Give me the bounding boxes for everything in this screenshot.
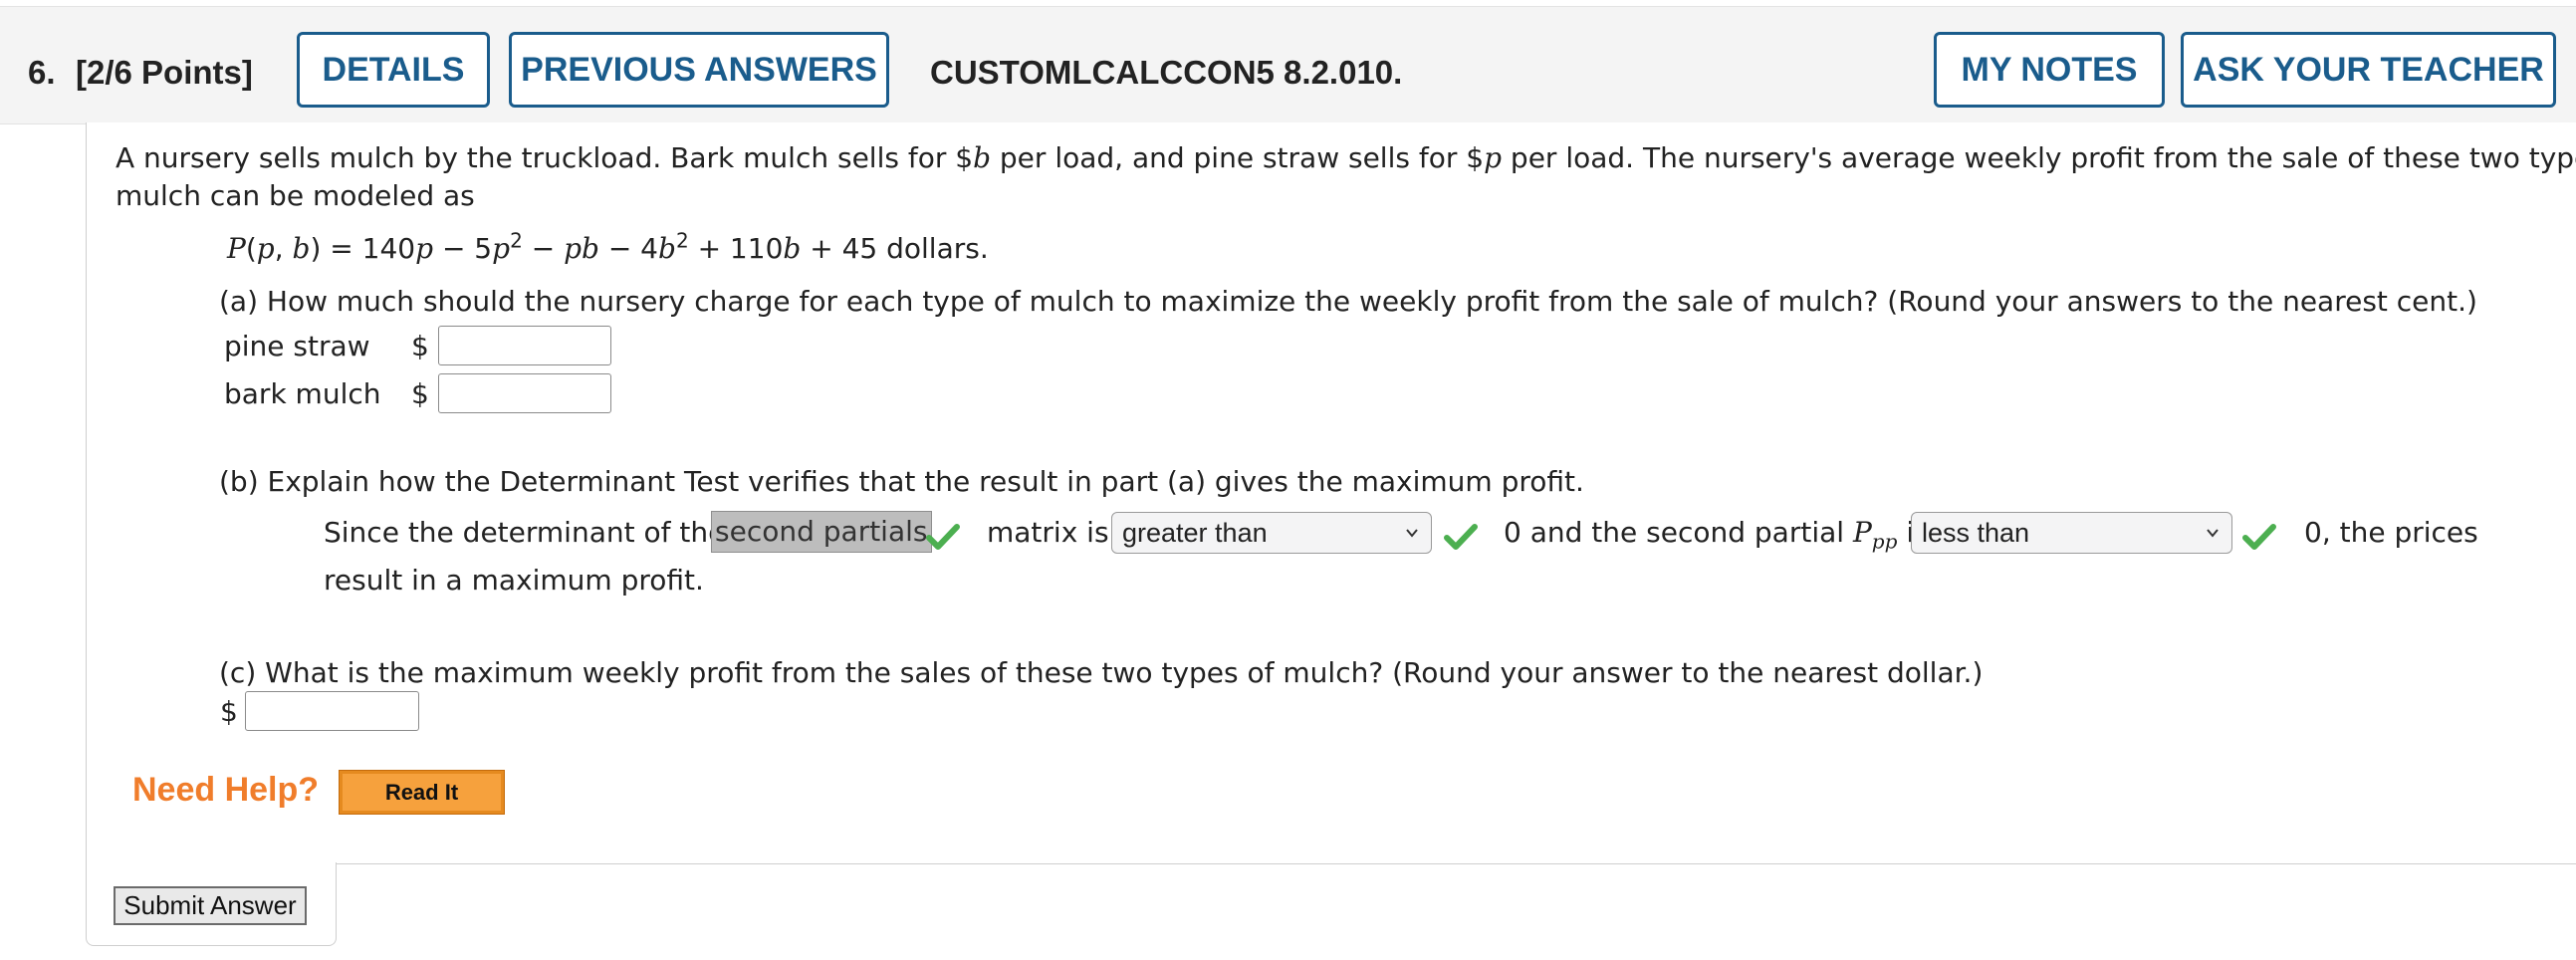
problem-code: CUSTOMLCALCCON5 8.2.010. — [930, 54, 1403, 91]
part-b-text-since: Since the determinant of the — [324, 516, 726, 549]
part-b-text-matrix-is: matrix is — [987, 516, 1109, 549]
part-b-text-zero-and: 0 and the second partial Ppp is — [1504, 516, 1929, 554]
determinant-comparison-select[interactable]: greater than — [1111, 512, 1432, 554]
chevron-down-icon — [1406, 529, 1418, 538]
second-partials-answer: second partials — [711, 511, 932, 553]
points-score: [2/6 Points] — [76, 54, 253, 91]
second-partial-comparison-select[interactable]: less than — [1911, 512, 2232, 554]
determinant-comparison-value: greater than — [1122, 518, 1268, 548]
part-c-question: (c) What is the maximum weekly profit fr… — [219, 656, 1984, 689]
pine-straw-currency: $ — [411, 330, 429, 362]
my-notes-button[interactable]: MY NOTES — [1934, 32, 2165, 108]
problem-intro-line-2: mulch can be modeled as — [116, 179, 475, 212]
pine-straw-label: pine straw — [224, 330, 370, 362]
part-b-text-zero-prices: 0, the prices — [2304, 516, 2478, 549]
correct-check-icon — [1444, 524, 1478, 550]
submit-answer-button[interactable]: Submit Answer — [114, 886, 307, 925]
my-notes-label: MY NOTES — [1961, 50, 2138, 89]
second-partial-comparison-value: less than — [1922, 518, 2030, 548]
details-button-label: DETAILS — [322, 50, 465, 89]
previous-answers-button[interactable]: PREVIOUS ANSWERS — [509, 32, 889, 108]
question-header: 6. [2/6 Points] DETAILS PREVIOUS ANSWERS… — [0, 6, 2576, 124]
read-it-button[interactable]: Read It — [339, 770, 505, 815]
read-it-label: Read It — [384, 779, 459, 805]
part-c-currency: $ — [220, 695, 238, 728]
ask-your-teacher-button[interactable]: ASK YOUR TEACHER — [2181, 32, 2556, 108]
need-help-label: Need Help? — [132, 771, 320, 809]
pine-straw-input[interactable] — [438, 326, 611, 365]
ask-your-teacher-label: ASK YOUR TEACHER — [2193, 50, 2544, 89]
part-b-question: (b) Explain how the Determinant Test ver… — [219, 465, 1584, 498]
part-b-text-result: result in a maximum profit. — [324, 564, 704, 597]
part-a-question: (a) How much should the nursery charge f… — [219, 285, 2477, 318]
correct-check-icon — [2242, 524, 2276, 550]
chevron-down-icon — [2207, 529, 2219, 538]
details-button[interactable]: DETAILS — [297, 32, 490, 108]
previous-answers-label: PREVIOUS ANSWERS — [521, 50, 877, 89]
bark-mulch-label: bark mulch — [224, 377, 381, 410]
bark-mulch-input[interactable] — [438, 373, 611, 413]
submit-answer-label: Submit Answer — [123, 890, 297, 920]
question-number: 6. — [28, 54, 56, 91]
correct-check-icon — [926, 524, 960, 550]
bark-mulch-currency: $ — [411, 377, 429, 410]
profit-formula: P(p, b) = 140p − 5p2 − pb − 4b2 + 110b +… — [227, 228, 989, 265]
max-profit-input[interactable] — [245, 691, 419, 731]
problem-intro-line-1: A nursery sells mulch by the truckload. … — [116, 141, 2576, 174]
